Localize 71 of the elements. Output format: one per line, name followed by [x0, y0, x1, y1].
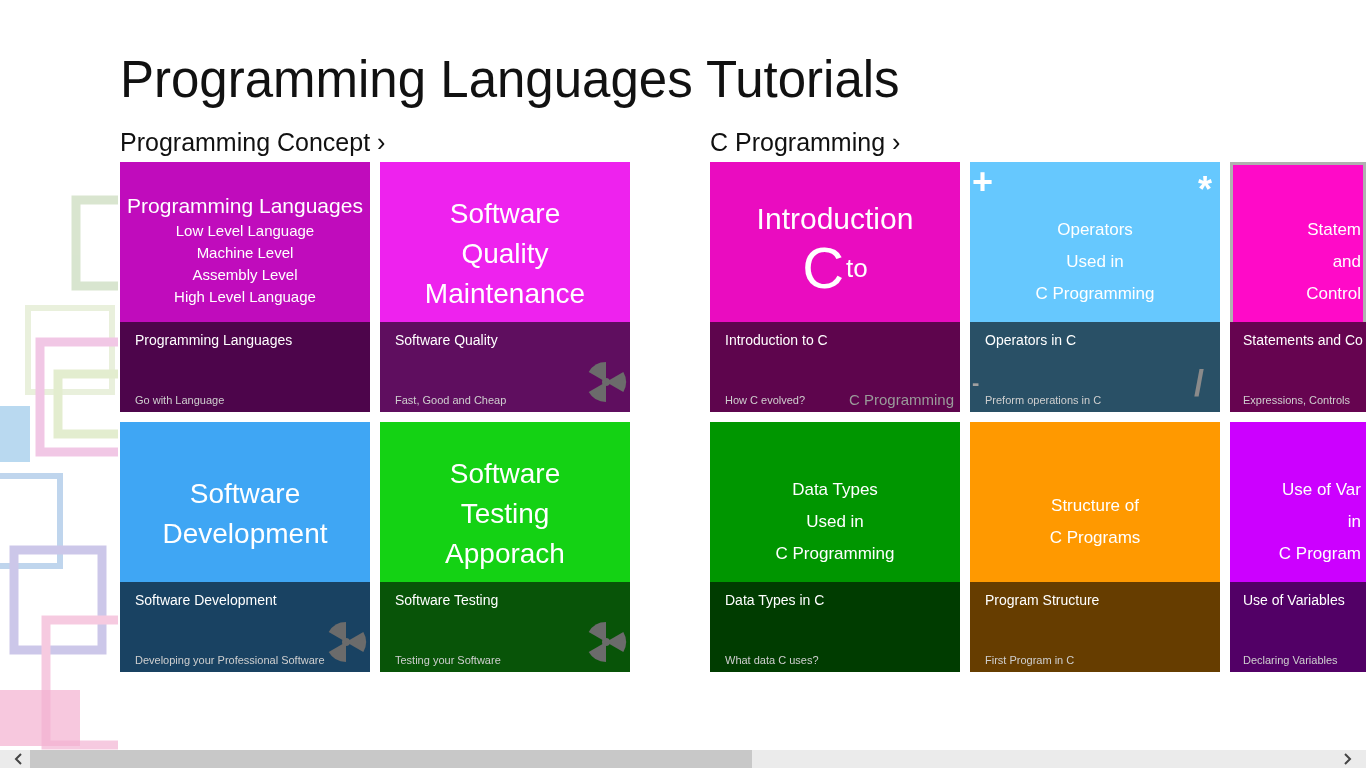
tile-art-text: C Programming	[775, 543, 895, 565]
tile-art-text: C Program	[1278, 543, 1361, 565]
tile-art-text: Used in	[1066, 251, 1124, 273]
tutorial-tile[interactable]: Software Testing Apporach Software Testing Testing your Software	[380, 422, 630, 672]
tile-art-text: Programming Languages	[127, 193, 363, 219]
scrollbar-thumb[interactable]	[30, 750, 752, 768]
tile-title: Use of Variables	[1243, 591, 1345, 609]
tile-art-text: Data Types	[792, 479, 878, 501]
tile-subtitle: Fast, Good and Cheap	[395, 393, 507, 407]
tile-title: Operators in C	[985, 331, 1077, 349]
tile-art-text: Low Level Language	[175, 221, 315, 241]
tile-title: Software Testing	[395, 591, 499, 609]
tile-art-text: Statem	[1307, 219, 1361, 241]
section-header-link[interactable]: Programming Concept ›	[120, 126, 386, 158]
tile-subtitle: Developing your Professional Software	[135, 653, 325, 667]
tile-art-text: Apporach	[445, 537, 565, 571]
tutorial-tile[interactable]: Operators Used in C Programming + * / - Operators in C Preform operations in C	[970, 162, 1220, 412]
tutorial-tile[interactable]: Data Types Used in C Programming Data Types in C What data C uses?	[710, 422, 960, 672]
tile-title: Introduction to C	[725, 331, 828, 349]
tile-title: Data Types in C	[725, 591, 825, 609]
tile-title: Programming Languages	[135, 331, 293, 349]
tile-subtitle: Go with Language	[135, 393, 225, 407]
tile-subtitle: Expressions, Controls	[1243, 393, 1350, 407]
operator-symbol: /	[1194, 366, 1204, 402]
horizontal-scrollbar[interactable]	[0, 750, 1366, 768]
tile-art-text: Use of Var	[1281, 479, 1361, 501]
tile-art-text: in	[1347, 511, 1361, 533]
operator-symbol: +	[972, 164, 994, 200]
scroll-left-icon[interactable]	[14, 753, 24, 765]
section-header-link[interactable]: C Programming ›	[710, 126, 901, 158]
tile-art-text: C	[802, 238, 845, 298]
tile-art-text: C Programming	[848, 391, 954, 408]
tile-art-text: Testing	[460, 497, 550, 531]
tile-art-text: Software	[449, 197, 561, 231]
operator-symbol: *	[1198, 172, 1212, 208]
tile-subtitle: What data C uses?	[725, 653, 819, 667]
app-title: Programming Languages Tutorials	[119, 50, 901, 110]
tile-title: Software Development	[135, 591, 277, 609]
tile-art-text: Introduction	[756, 201, 914, 237]
tile-art-text: C Programming	[1035, 283, 1155, 305]
tile-title: Software Quality	[395, 331, 498, 349]
tutorial-tile[interactable]: Programming Languages Low Level Language Machine Level Assembly Level High Level Language Programming Languages Go with Language	[120, 162, 370, 412]
scroll-right-icon[interactable]	[1342, 753, 1352, 765]
tile-art-text: Operators	[1057, 219, 1133, 241]
tile-art-text: Used in	[806, 511, 864, 533]
tile-subtitle: Preform operations in C	[985, 393, 1102, 407]
tile-art-text: Structure of	[1051, 495, 1139, 517]
operator-symbol: -	[972, 372, 980, 394]
tile-subtitle: First Program in C	[985, 653, 1075, 667]
tile-art-text: Quality	[461, 237, 549, 271]
tile-art-text: and	[1332, 251, 1361, 273]
tile-subtitle: Testing your Software	[395, 653, 501, 667]
tutorial-tile[interactable]: Software Quality Maintenance Software Quality Fast, Good and Cheap	[380, 162, 630, 412]
tile-art-text: Software	[449, 457, 561, 491]
tutorial-tile[interactable]: Statem and Control Statements and Co Expressions, Controls	[1230, 162, 1366, 412]
tile-art-text: Development	[162, 517, 328, 551]
tile-subtitle: Declaring Variables	[1243, 653, 1338, 667]
tile-art-text: Maintenance	[424, 277, 586, 311]
tile-art-text: Assembly Level	[192, 265, 298, 285]
tile-art-text: Control	[1306, 283, 1361, 305]
tile-art-text: High Level Language	[174, 287, 316, 307]
tutorial-tile[interactable]: Software Development Software Development Developing your Professional Software	[120, 422, 370, 672]
tile-art-text: Machine Level	[196, 243, 294, 263]
tile-art-text: to	[846, 253, 868, 283]
tile-art-text: C Programs	[1049, 527, 1141, 549]
tile-title: Program Structure	[985, 591, 1100, 609]
tile-art-text: Software	[189, 477, 301, 511]
tutorial-tile[interactable]: Use of Var in C Program Use of Variables Declaring Variables	[1230, 422, 1366, 672]
tile-title: Statements and Co	[1243, 331, 1363, 349]
tile-subtitle: How C evolved?	[725, 393, 806, 407]
tutorial-tile[interactable]: Structure of C Programs Program Structure First Program in C	[970, 422, 1220, 672]
